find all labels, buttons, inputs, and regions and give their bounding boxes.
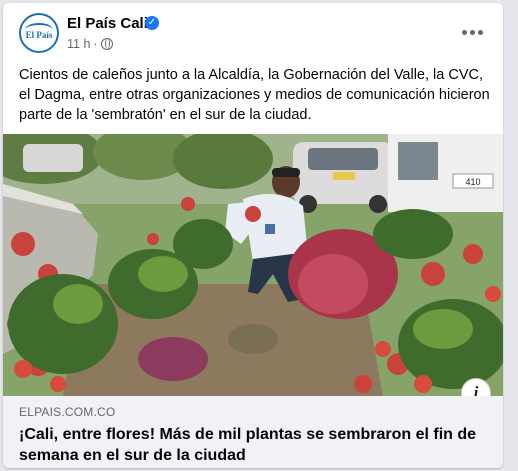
link-domain: ELPAIS.COM.CO [19,405,116,419]
vehicle-plate: 410 [465,177,480,187]
link-preview[interactable]: ELPAIS.COM.CO ¡Cali, entre flores! Más d… [3,396,503,468]
post-header: El País El País Cali ✓ 11 h · [3,3,503,63]
more-options-icon[interactable] [459,21,485,43]
verified-badge-icon: ✓ [145,16,159,30]
page-name[interactable]: El País Cali [67,15,148,32]
link-title[interactable]: ¡Cali, entre flores! Más de mil plantas … [19,424,489,466]
photo-illustration: 410 [3,134,503,396]
more-dot [461,29,467,35]
post-meta: 11 h · [67,37,113,51]
post-text: Cientos de caleños junto a la Alcaldía, … [19,67,490,123]
meta-separator: · [93,37,98,51]
page-avatar[interactable]: El País [19,13,59,53]
more-dot [477,29,483,35]
avatar-logo-text: El País [25,30,53,40]
post-card: El País El País Cali ✓ 11 h · Cientos de… [3,3,503,468]
globe-icon [100,38,113,50]
more-dot [469,29,475,35]
post-timestamp[interactable]: 11 h [67,37,90,51]
post-photo[interactable]: 410 i [3,134,503,396]
